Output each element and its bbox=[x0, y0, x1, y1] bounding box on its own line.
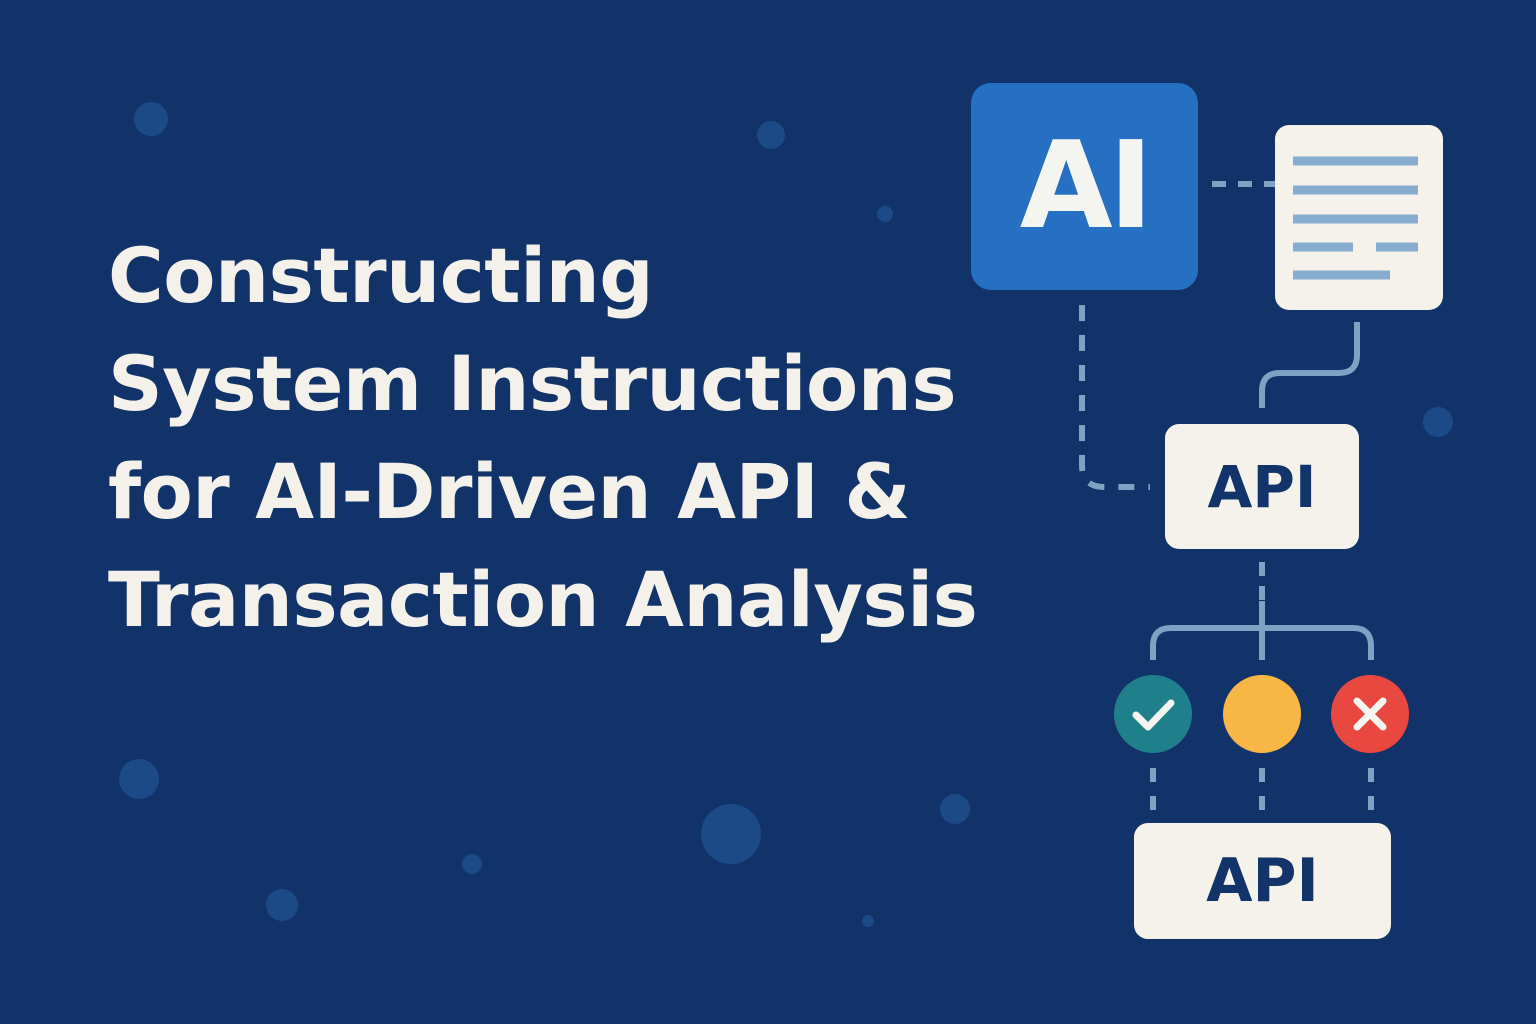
title-line: System Instructions bbox=[108, 339, 957, 428]
api-node: API bbox=[1165, 424, 1359, 549]
ai-node: AI bbox=[971, 83, 1198, 290]
document-to-api-connector bbox=[1259, 322, 1360, 408]
page-title: Constructing System Instructions for AI-… bbox=[108, 222, 978, 654]
ai-node-label: AI bbox=[1019, 117, 1154, 256]
status-error bbox=[1331, 675, 1409, 753]
illustration-canvas: Constructing System Instructions for AI-… bbox=[0, 0, 1536, 1024]
title-line: Transaction Analysis bbox=[108, 555, 978, 644]
title-line: Constructing bbox=[108, 231, 654, 320]
check-icon bbox=[1132, 699, 1175, 731]
document-node bbox=[1275, 125, 1443, 310]
title-line: for AI-Driven API & bbox=[108, 447, 911, 536]
ai-to-api-connector bbox=[1079, 305, 1150, 490]
document-lines-icon bbox=[1293, 156, 1418, 280]
status-success bbox=[1114, 675, 1192, 753]
api-node-label: API bbox=[1206, 846, 1319, 916]
close-icon bbox=[1353, 697, 1387, 731]
api-node-label: API bbox=[1207, 452, 1317, 521]
api-node: API bbox=[1134, 823, 1391, 939]
status-pending bbox=[1223, 675, 1301, 753]
